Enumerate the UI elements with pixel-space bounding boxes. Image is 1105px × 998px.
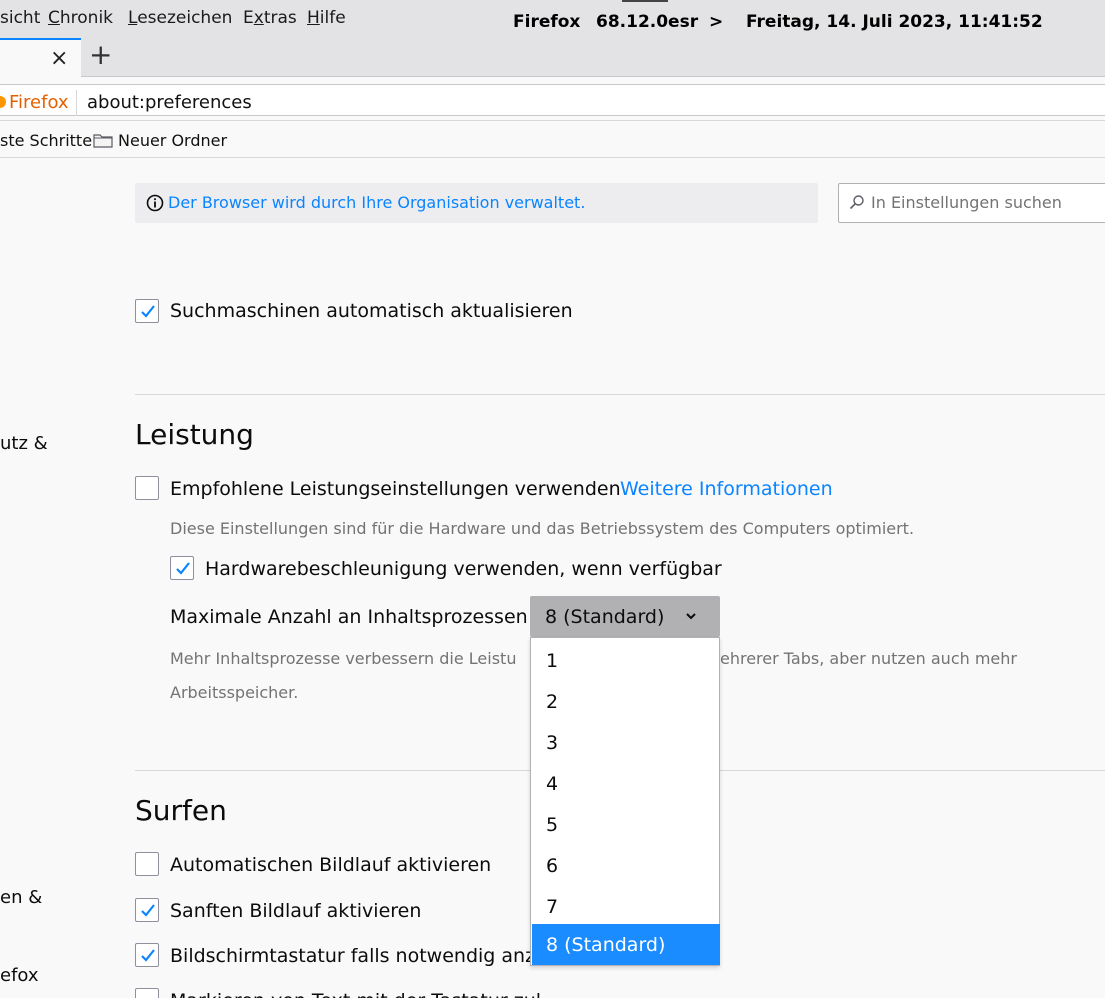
menu-tools-pre: E bbox=[243, 8, 254, 28]
bookmark-getting-started[interactable]: ste Schritte bbox=[0, 131, 92, 150]
recommended-performance-checkbox[interactable] bbox=[135, 476, 159, 500]
content-processes-popup: 1 2 3 4 5 6 7 8 (Standard) bbox=[530, 637, 720, 966]
policy-link[interactable]: Der Browser wird durch Ihre Organisation… bbox=[168, 193, 585, 212]
menu-view[interactable]: sicht bbox=[0, 8, 40, 28]
close-icon[interactable]: × bbox=[50, 46, 68, 71]
identity-label[interactable]: Firefox bbox=[9, 92, 69, 113]
title-separator: > bbox=[709, 12, 724, 32]
menu-bookmarks-rest: esezeichen bbox=[137, 8, 233, 28]
recommended-performance-description: Diese Einstellungen sind für die Hardwar… bbox=[170, 519, 915, 538]
menu-tools[interactable]: Extras bbox=[243, 8, 297, 28]
option-2[interactable]: 2 bbox=[532, 681, 720, 722]
menu-bookmarks-accel: L bbox=[128, 8, 138, 28]
chevron-down-icon bbox=[686, 613, 696, 620]
option-label: 5 bbox=[546, 814, 559, 836]
option-6[interactable]: 6 bbox=[532, 845, 720, 886]
caret-browsing-label[interactable]: Markieren von Text mit der Tastatur zul bbox=[170, 990, 541, 998]
menu-help-accel: H bbox=[307, 8, 320, 28]
tab-strip: × + bbox=[0, 38, 1105, 77]
touch-keyboard-label[interactable]: Bildschirmtastatur falls notwendig anzei… bbox=[170, 945, 564, 967]
menu-bookmarks[interactable]: Lesezeichen bbox=[128, 8, 232, 28]
tab-preferences[interactable]: × bbox=[0, 38, 81, 77]
autoscroll-checkbox[interactable] bbox=[135, 852, 159, 876]
bookmark-new-folder[interactable]: Neuer Ordner bbox=[118, 131, 227, 150]
option-label: 6 bbox=[546, 855, 559, 877]
hardware-acceleration-checkbox[interactable] bbox=[170, 556, 194, 580]
checkmark-icon bbox=[176, 562, 190, 575]
new-tab-icon[interactable]: + bbox=[89, 38, 112, 71]
content-processes-select-value[interactable]: 8 (Standard) bbox=[545, 606, 664, 628]
performance-heading: Leistung bbox=[135, 418, 254, 451]
title-app: Firefox bbox=[513, 12, 581, 32]
smooth-scroll-label[interactable]: Sanften Bildlauf aktivieren bbox=[170, 900, 421, 922]
option-label: 2 bbox=[546, 691, 559, 713]
auto-update-search-label[interactable]: Suchmaschinen automatisch aktualisieren bbox=[170, 300, 573, 322]
hardware-acceleration-label[interactable]: Hardwarebeschleunigung verwenden, wenn v… bbox=[205, 558, 722, 580]
sidebar-item-extensions[interactable]: en & bbox=[0, 887, 42, 908]
identity-separator bbox=[76, 90, 77, 116]
touch-keyboard-checkbox[interactable] bbox=[135, 943, 159, 967]
menu-help[interactable]: Hilfe bbox=[307, 8, 346, 28]
more-info-link[interactable]: Weitere Informationen bbox=[620, 478, 833, 500]
option-5[interactable]: 5 bbox=[532, 804, 720, 845]
recommended-performance-label[interactable]: Empfohlene Leistungseinstellungen verwen… bbox=[170, 478, 621, 500]
option-7[interactable]: 7 bbox=[532, 886, 720, 927]
browsing-heading: Surfen bbox=[135, 794, 227, 827]
autoscroll-label[interactable]: Automatischen Bildlauf aktivieren bbox=[170, 854, 491, 876]
content-processes-label: Maximale Anzahl an Inhaltsprozessen bbox=[170, 606, 528, 628]
sidebar-item-privacy[interactable]: utz & bbox=[0, 433, 48, 454]
caret-browsing-checkbox[interactable] bbox=[135, 988, 159, 998]
menu-tools-accel: x bbox=[253, 8, 264, 28]
option-label: 8 (Standard) bbox=[546, 934, 666, 956]
search-icon bbox=[849, 195, 864, 210]
menu-help-rest: ilfe bbox=[319, 8, 346, 28]
title-datetime: Freitag, 14. Juli 2023, 11:41:52 bbox=[746, 12, 1043, 32]
checkmark-icon bbox=[141, 305, 155, 318]
option-4[interactable]: 4 bbox=[532, 763, 720, 804]
checkmark-icon bbox=[141, 904, 155, 917]
menu-history-accel: C bbox=[48, 8, 60, 28]
url-text[interactable]: about:preferences bbox=[87, 92, 252, 113]
title-version: 68.12.0esr bbox=[596, 12, 699, 32]
sidebar-item-support[interactable]: efox bbox=[0, 965, 39, 986]
content-processes-description: Mehr Inhaltsprozesse verbessern die Leis… bbox=[170, 649, 517, 668]
option-3[interactable]: 3 bbox=[532, 722, 720, 763]
option-1[interactable]: 1 bbox=[532, 640, 720, 681]
option-label: 4 bbox=[546, 773, 559, 795]
option-8-standard[interactable]: 8 (Standard) bbox=[532, 924, 720, 965]
option-label: 1 bbox=[546, 650, 559, 672]
menu-history[interactable]: Chronik bbox=[48, 8, 113, 28]
section-divider bbox=[135, 394, 1105, 395]
folder-icon bbox=[93, 134, 113, 148]
info-icon bbox=[146, 194, 164, 212]
smooth-scroll-checkbox[interactable] bbox=[135, 898, 159, 922]
content-processes-description-line2: Arbeitsspeicher. bbox=[170, 683, 299, 702]
option-label: 3 bbox=[546, 732, 559, 754]
option-label: 7 bbox=[546, 896, 559, 918]
menu-tools-rest: tras bbox=[263, 8, 297, 28]
search-placeholder: In Einstellungen suchen bbox=[871, 193, 1062, 212]
menu-history-rest: hronik bbox=[59, 8, 114, 28]
content-processes-description-tail: ehrerer Tabs, aber nutzen auch mehr bbox=[720, 649, 1017, 668]
checkmark-icon bbox=[141, 949, 155, 962]
title-decoration bbox=[622, 0, 668, 2]
auto-update-search-checkbox[interactable] bbox=[135, 299, 159, 323]
